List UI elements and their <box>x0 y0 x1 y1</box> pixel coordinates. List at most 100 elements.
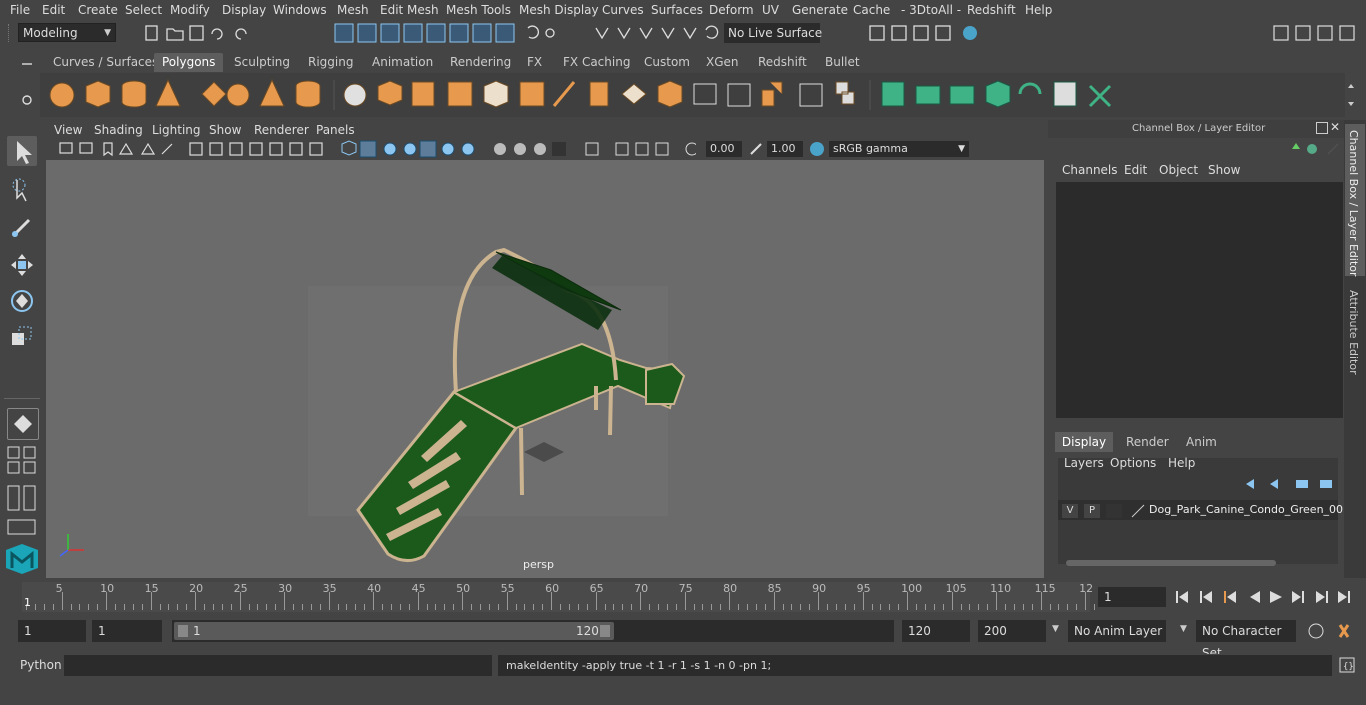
menu-generate[interactable]: Generate <box>792 3 848 17</box>
color-space-select[interactable]: sRGB gamma ▼ <box>829 141 969 157</box>
viewport-menu-panels[interactable]: Panels <box>316 123 355 137</box>
menu-mesh-tools[interactable]: Mesh Tools <box>446 3 511 17</box>
menu-deform[interactable]: Deform <box>709 3 754 17</box>
menu-surfaces[interactable]: Surfaces <box>651 3 703 17</box>
scene-start-field[interactable]: 1 <box>18 620 86 642</box>
menu-display[interactable]: Display <box>222 3 266 17</box>
menu-mesh[interactable]: Mesh <box>337 3 369 17</box>
menu-mesh-display[interactable]: Mesh Display <box>519 3 599 17</box>
channel-list-area[interactable] <box>1056 182 1343 418</box>
timeline-tick <box>488 604 490 610</box>
svg-text:{}: {} <box>1343 662 1354 672</box>
menu-uv[interactable]: UV <box>762 3 779 17</box>
shelf-tab-fx-caching[interactable]: FX Caching <box>555 53 638 72</box>
chevron-down-icon[interactable]: ▼ <box>1180 624 1187 634</box>
four-view-layout-icon[interactable] <box>6 444 38 476</box>
menu-3dtoall[interactable]: - 3DtoAll - <box>901 3 961 17</box>
outliner-layout-icon[interactable] <box>6 516 38 538</box>
tab-display[interactable]: Display <box>1055 432 1113 452</box>
menu-help[interactable]: Help <box>1025 3 1052 17</box>
layer-type-toggle[interactable] <box>1106 504 1122 518</box>
script-editor-icon[interactable]: {} <box>1338 656 1358 674</box>
menu-modify[interactable]: Modify <box>170 3 210 17</box>
anim-layer-select[interactable]: No Anim Layer <box>1068 620 1166 642</box>
select-tool[interactable] <box>7 136 37 166</box>
edit-menu[interactable]: Edit <box>1124 163 1147 177</box>
shelf-tab-xgen[interactable]: XGen <box>698 53 747 72</box>
mode-selector[interactable]: Modeling ▼ <box>18 23 116 42</box>
menu-create[interactable]: Create <box>78 3 118 17</box>
range-start-grip[interactable] <box>178 625 188 637</box>
attribute-editor-tab-label[interactable]: Attribute Editor <box>1347 290 1360 375</box>
float-window-icon[interactable] <box>1316 122 1328 134</box>
shelf-tab-polygons[interactable]: Polygons <box>154 53 224 72</box>
lasso-tool[interactable] <box>7 175 37 205</box>
single-perspective-layout[interactable] <box>7 408 39 440</box>
timeline-label: 5 <box>55 582 63 595</box>
channels-menu[interactable]: Channels <box>1062 163 1118 177</box>
menu-curves[interactable]: Curves <box>602 3 644 17</box>
script-language-label[interactable]: Python <box>20 658 62 672</box>
layer-scrollbar[interactable] <box>1066 560 1276 566</box>
viewport-menu-view[interactable]: View <box>54 123 82 137</box>
tab-render[interactable]: Render <box>1126 435 1169 449</box>
scale-tool[interactable] <box>7 322 37 352</box>
shelf-tab-rendering[interactable]: Rendering <box>442 53 519 72</box>
viewport-menu-show[interactable]: Show <box>209 123 241 137</box>
color-management-icon[interactable] <box>808 140 826 158</box>
live-surface-label[interactable]: No Live Surface <box>728 26 822 40</box>
viewport-3d[interactable]: persp <box>46 160 1044 578</box>
character-set-select[interactable]: No Character Set <box>1196 620 1296 660</box>
shelf-tab-curves-surfaces[interactable]: Curves / Surfaces <box>45 53 166 72</box>
rotate-tool[interactable] <box>7 286 37 316</box>
viewport-menu-shading[interactable]: Shading <box>94 123 143 137</box>
snap-icon <box>403 23 423 43</box>
shelf-tab-bullet[interactable]: Bullet <box>817 53 868 72</box>
layer-visibility-toggle[interactable]: V <box>1062 504 1078 518</box>
playback-start-field[interactable]: 1 <box>92 620 162 642</box>
shelf-tab-fx[interactable]: FX <box>519 53 550 72</box>
layer-color-icon[interactable] <box>1130 503 1146 519</box>
motion-blur-icon <box>514 143 526 155</box>
menu-redshift[interactable]: Redshift <box>967 3 1016 17</box>
range-end-grip[interactable] <box>600 625 610 637</box>
range-right-icons <box>1308 623 1350 639</box>
show-menu[interactable]: Show <box>1208 163 1240 177</box>
chevron-down-icon[interactable]: ▼ <box>1052 624 1059 634</box>
move-tool[interactable] <box>7 250 37 280</box>
shelf-tab-sculpting[interactable]: Sculpting <box>226 53 298 72</box>
menu-edit[interactable]: Edit <box>42 3 65 17</box>
range-slider-handle[interactable] <box>174 622 614 640</box>
side-by-side-layout-icon[interactable] <box>6 484 38 512</box>
shelf-scroll-icon[interactable] <box>1346 80 1356 110</box>
layers-menu[interactable]: Layers <box>1064 456 1104 470</box>
gamma-field[interactable]: 1.00 <box>767 141 803 157</box>
viewport-menu-lighting[interactable]: Lighting <box>152 123 201 137</box>
shelf-tab-rigging[interactable]: Rigging <box>300 53 361 72</box>
help-menu[interactable]: Help <box>1168 456 1195 470</box>
layer-name[interactable]: Dog_Park_Canine_Condo_Green_001 <box>1149 503 1350 516</box>
paint-select-tool[interactable] <box>7 212 37 242</box>
time-slider[interactable]: 5 10 15 20 25 30 35 40 45 50 55 60 65 70 75 80 85 90 95 100… <box>22 582 1095 612</box>
timeline-label: 10 <box>100 582 115 595</box>
viewport-menu-renderer[interactable]: Renderer <box>254 123 309 137</box>
exposure-field[interactable]: 0.00 <box>706 141 742 157</box>
tab-anim[interactable]: Anim <box>1186 435 1217 449</box>
menu-select[interactable]: Select <box>125 3 162 17</box>
scene-end-field[interactable]: 200 <box>978 620 1046 642</box>
shelf-tab-redshift[interactable]: Redshift <box>750 53 815 72</box>
menu-file[interactable]: File <box>10 3 30 17</box>
render-settings-icon <box>935 25 951 41</box>
shelf-tab-custom[interactable]: Custom <box>636 53 698 72</box>
menu-cache[interactable]: Cache <box>853 3 890 17</box>
command-input[interactable] <box>64 655 492 676</box>
menu-windows[interactable]: Windows <box>273 3 327 17</box>
playback-end-field[interactable]: 120 <box>902 620 970 642</box>
menu-edit-mesh[interactable]: Edit Mesh <box>380 3 439 17</box>
layer-playback-toggle[interactable]: P <box>1084 504 1100 518</box>
shelf-tab-animation[interactable]: Animation <box>364 53 441 72</box>
current-frame-field[interactable]: 1 <box>1098 587 1166 607</box>
options-menu[interactable]: Options <box>1110 456 1156 470</box>
object-menu[interactable]: Object <box>1159 163 1198 177</box>
close-icon[interactable]: ✕ <box>1330 120 1340 134</box>
